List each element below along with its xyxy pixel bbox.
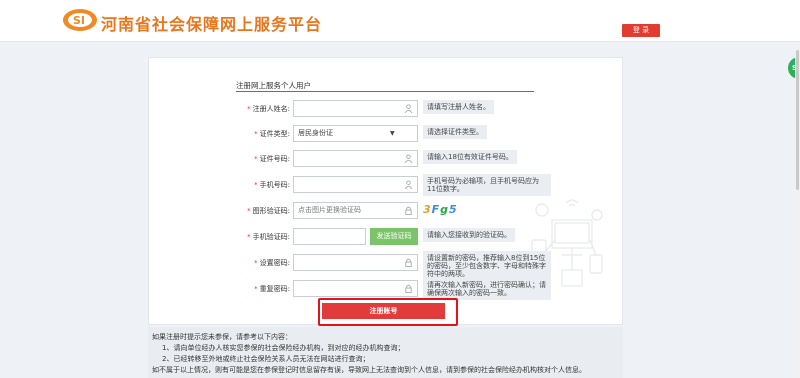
id-number-label: * 证件号码: [254, 155, 290, 163]
id-number-input[interactable] [293, 150, 418, 167]
sms-code-hint: 请输入您接收到的验证码。 [423, 228, 515, 242]
site-header: SI 河南省社会保障网上服务平台 登 录 [0, 0, 800, 42]
name-input[interactable] [293, 100, 418, 117]
scrollbar-thumb[interactable] [796, 50, 799, 190]
scrollbar[interactable] [795, 42, 800, 378]
phone-label: * 手机号码: [254, 181, 290, 189]
register-button[interactable]: 注册账号 [322, 303, 445, 319]
sms-code-input[interactable] [293, 228, 366, 245]
si-logo-icon: SI [63, 9, 97, 31]
notice-line: 2、已经转移至外地或终止社会保险关系人员无法在网站进行查询； [162, 355, 370, 363]
login-button[interactable]: 登 录 [622, 24, 660, 37]
captcha-image[interactable]: 3Fg5 [423, 203, 458, 216]
notice-panel: 如果注册时提示您未参保，请参考以下内容： 1、请向单位经办人核实您参保的社会保险… [148, 327, 623, 378]
notice-line: 1、请向单位经办人核实您参保的社会保险经办机构，到对应的经办机构查询； [162, 344, 405, 352]
captcha-input[interactable]: 点击图片更换验证码 [293, 202, 418, 219]
sms-code-label: * 手机验证码: [247, 233, 290, 241]
section-divider [236, 91, 534, 92]
notice-line: 如不属于以上情况，则有可能是您在参保登记时信息留存有误，导致网上无法查询到个人信… [152, 366, 586, 374]
section-title: 注册网上服务个人用户 [236, 81, 311, 90]
lock-icon [405, 206, 412, 215]
captcha-label: * 图形验证码: [247, 207, 290, 215]
password-hint: 请设置新的密码，推荐输入8位到15位的密码，至少包含数字、字母和特殊字符中的两项… [423, 251, 551, 281]
id-number-hint: 请输入18位有效证件号码。 [423, 150, 517, 164]
confirm-password-hint: 请再次输入新密码，进行密码确认；请确保两次输入的密码一致。 [423, 278, 551, 300]
lock-icon [405, 258, 412, 267]
site-title: 河南省社会保障网上服务平台 [101, 15, 323, 34]
notice-line: 如果注册时提示您未参保，请参考以下内容： [152, 333, 292, 341]
phone-hint: 手机号码为必输项，且手机号码应为11位数字。 [423, 174, 551, 196]
password-input[interactable] [293, 254, 418, 271]
confirm-password-label: * 重复密码: [254, 285, 290, 293]
user-icon [404, 104, 413, 113]
id-type-select[interactable]: 居民身份证 ▼ [293, 125, 418, 142]
lock-icon [405, 284, 412, 293]
password-label: * 设置密码: [254, 259, 290, 267]
dropdown-caret-icon: ▼ [390, 130, 395, 137]
user-icon [404, 154, 413, 163]
name-hint: 请填写注册人姓名。 [423, 100, 494, 114]
phone-input[interactable] [293, 176, 418, 193]
confirm-password-input[interactable] [293, 280, 418, 297]
user-icon [404, 180, 413, 189]
id-type-label: * 证件类型: [254, 130, 290, 138]
id-type-hint: 请选择证件类型。 [423, 125, 487, 139]
send-sms-button[interactable]: 发送验证码 [370, 228, 418, 245]
svg-text:SI: SI [73, 14, 85, 27]
name-label: * 注册人姓名: [247, 105, 290, 113]
